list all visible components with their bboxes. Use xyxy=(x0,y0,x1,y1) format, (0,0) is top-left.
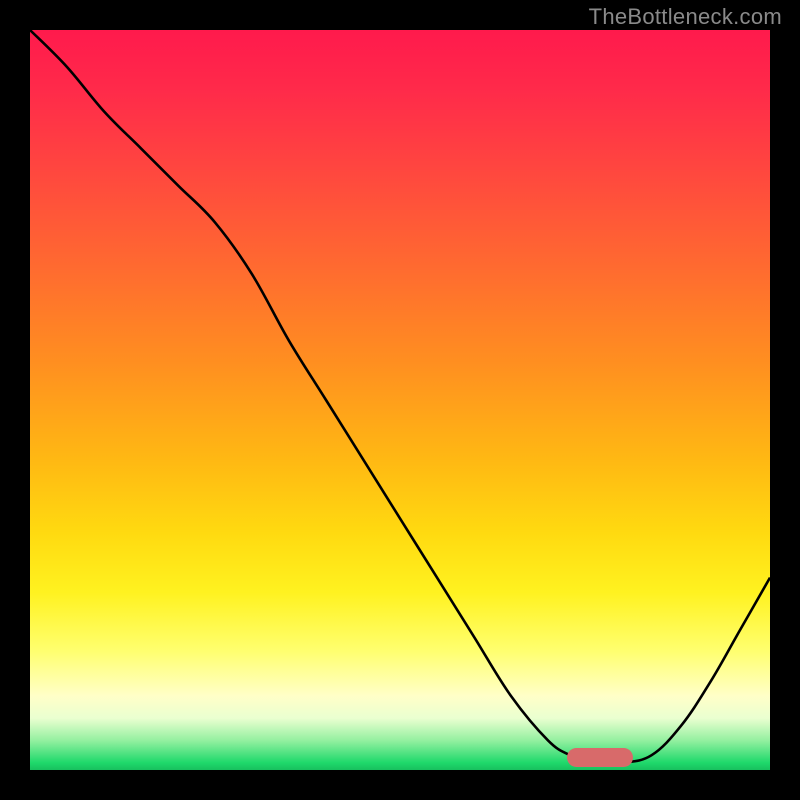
optimum-marker xyxy=(567,748,634,767)
watermark-text: TheBottleneck.com xyxy=(589,4,782,30)
chart-frame: TheBottleneck.com xyxy=(0,0,800,800)
plot-area xyxy=(30,30,770,770)
bottleneck-curve xyxy=(30,30,770,770)
